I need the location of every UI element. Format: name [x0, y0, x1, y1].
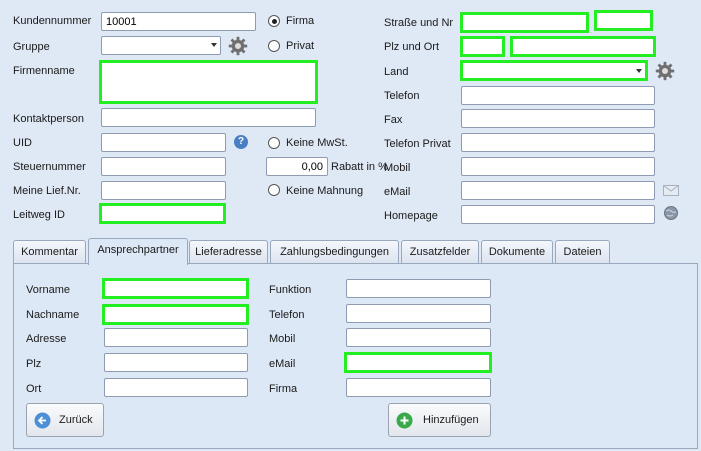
tab-lieferadresse[interactable]: Lieferadresse: [189, 240, 268, 264]
strasse-input[interactable]: [460, 12, 589, 33]
fax-input[interactable]: [461, 109, 655, 128]
tab-dateien[interactable]: Dateien: [555, 240, 610, 264]
radio-privat-label: Privat: [286, 40, 315, 52]
chevron-down-icon: [636, 69, 642, 73]
kontaktperson-label: Kontaktperson: [13, 113, 84, 125]
globe-icon[interactable]: [663, 205, 679, 221]
telefon-privat-label: Telefon Privat: [384, 138, 451, 150]
kundennummer-label: Kundennummer: [13, 15, 92, 27]
lief-nr-input[interactable]: [101, 181, 226, 200]
rabatt-input[interactable]: [266, 157, 328, 176]
chevron-down-icon: [211, 43, 217, 47]
mail-icon[interactable]: [663, 185, 679, 196]
kundennummer-input[interactable]: [101, 12, 256, 31]
leitweg-label: Leitweg ID: [13, 209, 65, 221]
telefon-input[interactable]: [461, 86, 655, 105]
leitweg-input[interactable]: [99, 203, 226, 224]
tab-zusatzfelder[interactable]: Zusatzfelder: [401, 240, 479, 264]
ort-label: Ort: [26, 383, 42, 395]
plz-label: Plz: [26, 358, 42, 370]
ort-input[interactable]: [510, 36, 656, 57]
mobil-label: Mobil: [384, 162, 411, 174]
rabatt-label: Rabatt in %: [331, 161, 388, 173]
vorname-input[interactable]: [102, 278, 249, 299]
gruppe-select[interactable]: [101, 36, 221, 55]
plz-input[interactable]: [460, 36, 505, 57]
nachname-label: Nachname: [26, 309, 80, 321]
mobil-input-contact[interactable]: [346, 328, 491, 347]
tab-kommentar[interactable]: Kommentar: [13, 240, 86, 264]
email-input[interactable]: [461, 181, 655, 200]
arrow-left-icon: [34, 412, 51, 429]
radio-firma-label: Firma: [286, 15, 315, 27]
kontaktperson-input[interactable]: [101, 108, 316, 127]
vorname-label: Vorname: [26, 284, 71, 296]
gear-icon[interactable]: [655, 61, 675, 81]
uid-label: UID: [13, 137, 32, 149]
back-button[interactable]: Zurück: [26, 403, 104, 437]
telefon-label: Telefon: [384, 90, 420, 102]
lief-nr-label: Meine Lief.Nr.: [13, 185, 81, 197]
plus-icon: [396, 412, 413, 429]
steuernummer-label: Steuernummer: [13, 161, 86, 173]
nachname-input[interactable]: [102, 304, 249, 325]
firmenname-label: Firmenname: [13, 65, 75, 77]
homepage-label: Homepage: [384, 210, 438, 222]
keine-mwst-checkbox[interactable]: [268, 137, 280, 149]
strasse-label: Straße und Nr: [384, 17, 454, 29]
mobil-label-contact: Mobil: [269, 333, 296, 345]
keine-mwst-label: Keine MwSt.: [286, 137, 348, 149]
firma-label: Firma: [269, 383, 298, 395]
funktion-label: Funktion: [269, 284, 312, 296]
radio-firma[interactable]: [268, 15, 280, 27]
tab-zahlungsbedingungen[interactable]: Zahlungsbedingungen: [270, 240, 399, 264]
adresse-input[interactable]: [104, 328, 248, 347]
mobil-input[interactable]: [461, 157, 655, 176]
plz-input-contact[interactable]: [104, 353, 248, 372]
back-button-label: Zurück: [59, 414, 93, 426]
add-button-label: Hinzufügen: [423, 414, 479, 426]
gear-icon[interactable]: [228, 36, 248, 56]
adresse-label: Adresse: [26, 333, 67, 345]
hausnummer-input[interactable]: [594, 10, 653, 31]
ort-input-contact[interactable]: [104, 378, 248, 397]
firma-input[interactable]: [346, 378, 491, 397]
help-icon[interactable]: ?: [234, 135, 248, 149]
keine-mahnung-checkbox[interactable]: [268, 184, 280, 196]
add-button[interactable]: Hinzufügen: [388, 403, 491, 437]
fax-label: Fax: [384, 114, 403, 126]
radio-privat[interactable]: [268, 40, 280, 52]
gruppe-label: Gruppe: [13, 41, 50, 53]
uid-input[interactable]: [101, 133, 226, 152]
telefon-input-contact[interactable]: [346, 304, 491, 323]
firmenname-input[interactable]: [99, 60, 318, 104]
email-label-contact: eMail: [269, 358, 296, 370]
tab-ansprechpartner[interactable]: Ansprechpartner: [88, 238, 188, 265]
telefon-label-contact: Telefon: [269, 309, 305, 321]
email-input-contact[interactable]: [344, 352, 492, 373]
homepage-input[interactable]: [461, 205, 655, 224]
telefon-privat-input[interactable]: [461, 133, 655, 152]
keine-mahnung-label: Keine Mahnung: [286, 185, 364, 197]
land-label: Land: [384, 66, 409, 78]
tab-dokumente[interactable]: Dokumente: [481, 240, 553, 264]
land-select[interactable]: [460, 60, 648, 81]
email-label: eMail: [384, 186, 411, 198]
plz-ort-label: Plz und Ort: [384, 41, 440, 53]
funktion-input[interactable]: [346, 279, 491, 298]
steuernummer-input[interactable]: [101, 157, 226, 176]
